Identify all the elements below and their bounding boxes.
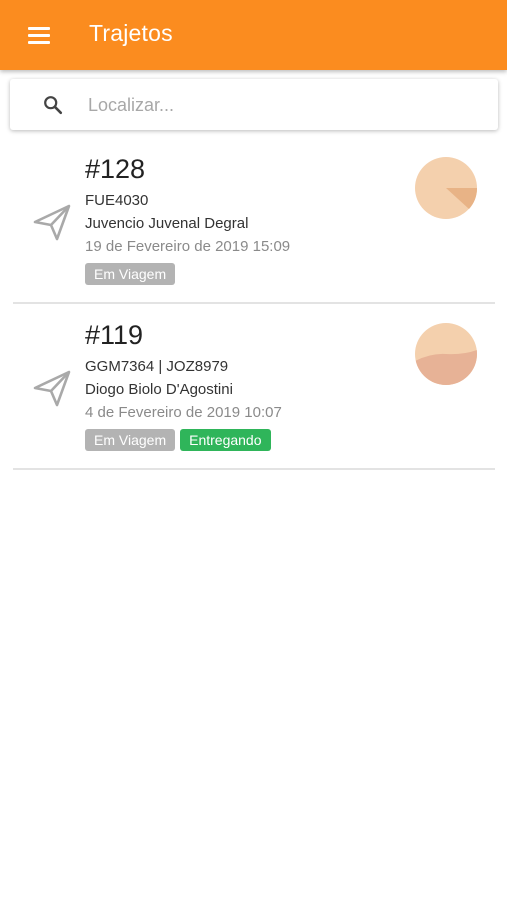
trip-id: #128	[85, 154, 146, 184]
page-title: Trajetos	[89, 20, 173, 46]
list-divider	[13, 468, 495, 470]
status-badge: Em Viagem	[85, 429, 176, 451]
search-icon	[44, 96, 63, 115]
trip-list-item[interactable]: #119 GGM7364 | JOZ8979 Diogo Biolo D'Ago…	[0, 306, 507, 472]
trip-plates: FUE4030	[85, 192, 149, 209]
trip-id: #119	[85, 320, 144, 350]
status-badge: Entregando	[180, 429, 271, 451]
trip-badges: Em Viagem Entregando	[85, 429, 271, 451]
trip-date: 4 de Fevereiro de 2019 10:07	[85, 404, 282, 421]
trip-driver: Diogo Biolo D'Agostini	[85, 381, 233, 398]
app-bar: Trajetos	[0, 0, 507, 70]
send-icon	[33, 204, 71, 241]
list-divider	[13, 302, 495, 304]
search-input[interactable]	[88, 91, 478, 119]
trip-date: 19 de Fevereiro de 2019 15:09	[85, 238, 291, 255]
wave-progress-icon	[415, 323, 477, 385]
search-bar[interactable]	[10, 79, 498, 130]
trip-driver: Juvencio Juvenal Degral	[85, 215, 249, 232]
menu-icon[interactable]	[24, 21, 56, 49]
trip-badges: Em Viagem	[85, 263, 176, 285]
status-badge: Em Viagem	[85, 263, 176, 285]
trip-plates: GGM7364 | JOZ8979	[85, 358, 229, 375]
pie-progress-icon	[415, 157, 477, 219]
trip-list-item[interactable]: #128 FUE4030 Juvencio Juvenal Degral 19 …	[0, 140, 507, 306]
send-icon	[33, 370, 71, 407]
